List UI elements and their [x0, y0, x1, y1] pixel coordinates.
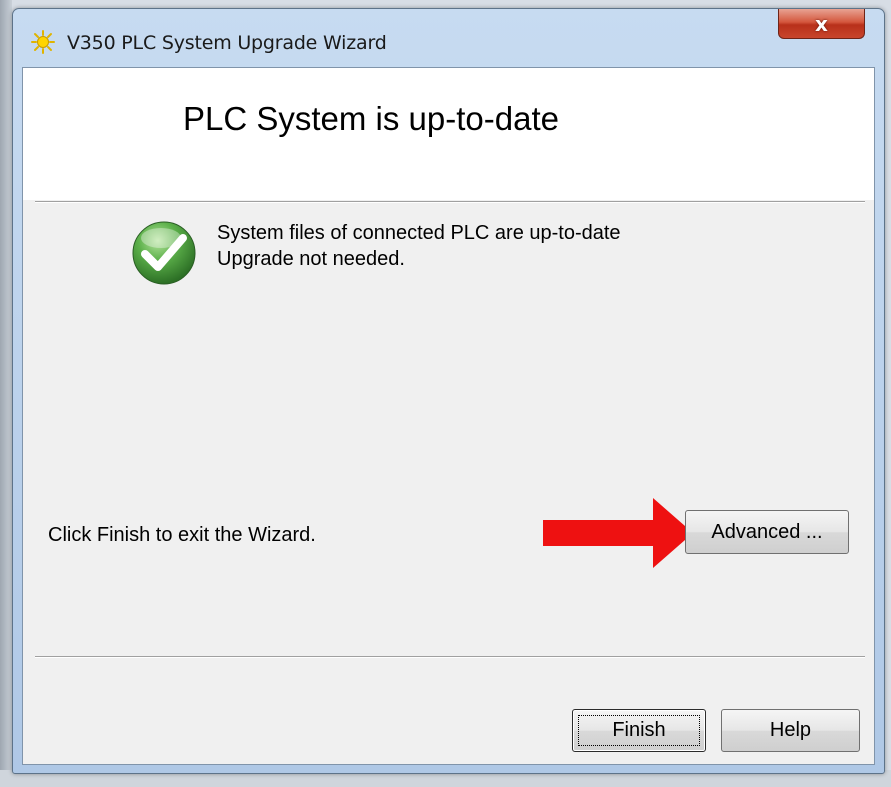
- desktop-background-edge: [0, 0, 12, 787]
- wizard-window: V350 PLC System Upgrade Wizard x PLC Sys…: [12, 8, 885, 774]
- close-icon: x: [815, 11, 828, 36]
- finish-button[interactable]: Finish: [572, 709, 706, 752]
- footer-divider: [35, 656, 865, 658]
- instruction-text: Click Finish to exit the Wizard.: [48, 524, 316, 546]
- advanced-button[interactable]: Advanced ...: [685, 510, 849, 554]
- close-button[interactable]: x: [778, 9, 865, 39]
- title-bar[interactable]: V350 PLC System Upgrade Wizard x: [13, 9, 884, 69]
- checkmark-icon: [132, 221, 196, 285]
- help-button[interactable]: Help: [721, 709, 860, 752]
- header-panel: PLC System is up-to-date: [23, 68, 874, 200]
- focus-ring: [578, 715, 700, 746]
- header-divider: [35, 201, 865, 203]
- red-arrow-icon: [543, 498, 693, 568]
- sun-icon: [31, 30, 55, 54]
- window-title: V350 PLC System Upgrade Wizard: [67, 32, 387, 54]
- status-detail: Upgrade not needed.: [217, 248, 405, 270]
- status-message: System files of connected PLC are up-to-…: [217, 222, 621, 244]
- wizard-client-area: PLC System is up-to-date System files of…: [22, 67, 875, 765]
- page-title: PLC System is up-to-date: [183, 100, 559, 137]
